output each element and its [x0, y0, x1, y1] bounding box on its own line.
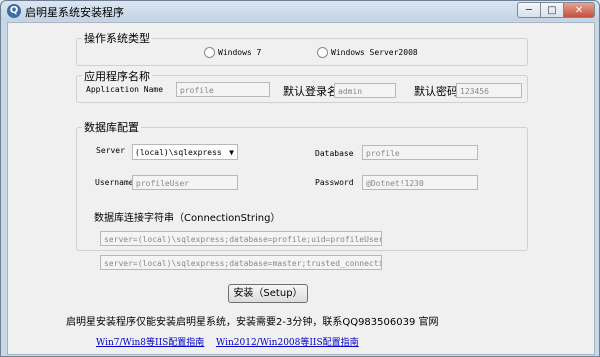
connection-string-label: 数据库连接字符串（ConnectionString）: [94, 213, 281, 224]
close-button[interactable]: ✕: [563, 2, 595, 18]
server-select-value: (local)\sqlexpress: [135, 148, 222, 157]
app-name-input[interactable]: profile: [176, 82, 270, 97]
login-name-label: 默认登录名: [283, 85, 338, 98]
db-password-input[interactable]: @Dotnet!1230: [362, 175, 478, 190]
title-bar[interactable]: Q 启明星系统安装程序 ─ □ ✕: [1, 1, 599, 21]
db-password-label: Password: [315, 178, 354, 187]
install-button[interactable]: 安装（Setup）: [228, 284, 308, 303]
server-select[interactable]: (local)\sqlexpress ▼: [132, 144, 238, 160]
username-label: Username: [95, 178, 134, 187]
app-name-label: Application Name: [86, 85, 164, 94]
app-group-label: 应用程序名称: [82, 68, 152, 84]
login-name-input[interactable]: admin: [334, 83, 396, 98]
radio-server2008[interactable]: [317, 47, 328, 58]
default-password-input[interactable]: 123456: [456, 83, 522, 98]
db-group-label: 数据库配置: [82, 119, 141, 135]
username-input[interactable]: profileUser: [132, 175, 238, 190]
maximize-button[interactable]: □: [540, 2, 564, 18]
radio-windows7[interactable]: [204, 47, 215, 58]
chevron-down-icon[interactable]: ▼: [229, 145, 234, 160]
connection-string-input-1[interactable]: server=(local)\sqlexpress;database=profi…: [100, 231, 382, 246]
main-panel: 操作系统类型 Windows 7 Windows Server2008 应用程序…: [7, 22, 595, 355]
app-logo-icon: Q: [7, 4, 21, 18]
default-password-label: 默认密码: [414, 85, 458, 98]
server-label: Server: [96, 146, 125, 155]
window-title: 启明星系统安装程序: [25, 6, 124, 19]
win7-iis-guide-link[interactable]: Win7/Win8等IIS配置指南: [96, 335, 204, 348]
radio-server2008-label[interactable]: Windows Server2008: [331, 48, 418, 57]
database-label: Database: [315, 149, 354, 158]
database-input[interactable]: profile: [362, 145, 478, 160]
win2012-iis-guide-link[interactable]: Win2012/Win2008等IIS配置指南: [216, 335, 359, 348]
radio-windows7-label[interactable]: Windows 7: [218, 48, 261, 57]
notice-text: 启明星安装程序仅能安装启明星系统，安装需要2-3分钟，联系QQ983506039…: [66, 317, 439, 328]
minimize-button[interactable]: ─: [517, 2, 541, 18]
os-group-label: 操作系统类型: [82, 30, 152, 46]
app-window: Q 启明星系统安装程序 ─ □ ✕ 操作系统类型 Windows 7 Windo…: [0, 0, 600, 357]
connection-string-input-2[interactable]: server=(local)\sqlexpress;database=maste…: [100, 255, 382, 270]
